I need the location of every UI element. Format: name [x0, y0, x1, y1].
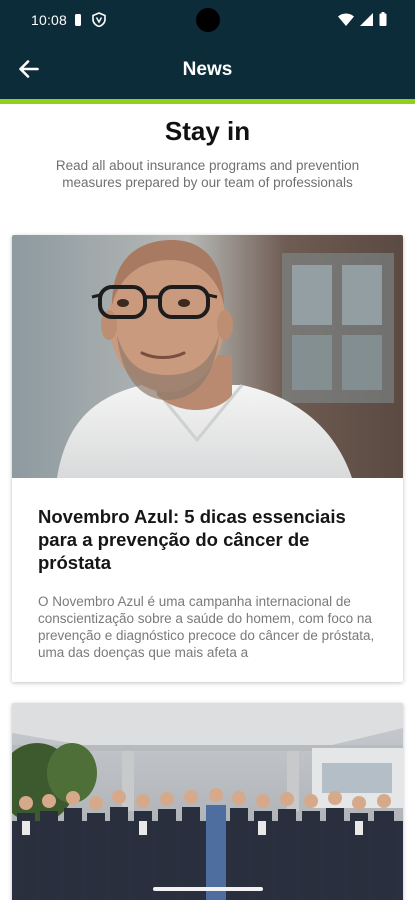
status-time: 10:08 — [31, 12, 68, 28]
section-subtitle: Read all about insurance programs and pr… — [55, 158, 360, 190]
home-indicator[interactable] — [153, 887, 263, 891]
page-title: News — [182, 59, 233, 80]
status-indicators — [338, 12, 387, 29]
article-title: Novembro Azul: 5 dicas essenciais para a… — [38, 506, 346, 573]
header-accent-line — [0, 99, 415, 104]
article-image — [12, 703, 403, 900]
article-image — [12, 235, 403, 478]
battery-icon — [379, 12, 387, 29]
article-excerpt: O Novembro Azul é uma campanha internaci… — [38, 594, 375, 660]
signal-icon — [360, 12, 373, 29]
app-bar: News — [0, 42, 415, 99]
article-card[interactable] — [12, 703, 403, 900]
status-bar: 10:08 — [0, 0, 415, 42]
section-title: Stay in — [164, 116, 251, 146]
article-card[interactable]: Novembro Azul: 5 dicas essenciais para a… — [12, 235, 403, 682]
shield-icon — [92, 12, 106, 30]
camera-cutout — [196, 8, 220, 32]
app-header: 10:08 News — [0, 0, 415, 99]
wifi-icon — [338, 13, 354, 29]
notification-icon — [74, 13, 82, 30]
